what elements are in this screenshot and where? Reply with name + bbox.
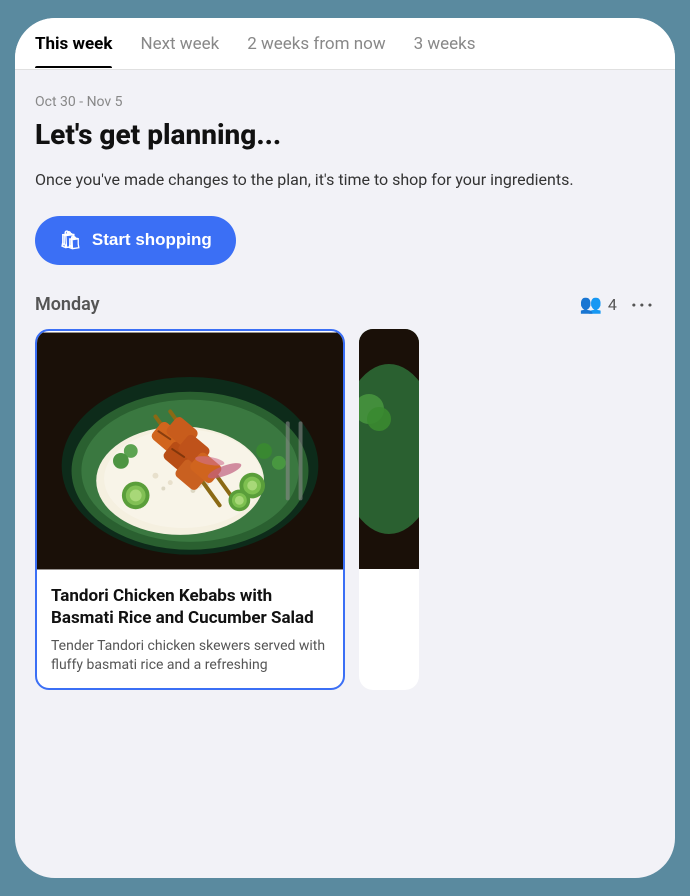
recipe-title: Tandori Chicken Kebabs with Basmati Rice… — [51, 585, 329, 629]
start-shopping-button[interactable]: 🛍 Start shopping — [35, 216, 236, 265]
people-count-value: 4 — [608, 295, 617, 314]
recipe-description: Tender Tandori chicken skewers served wi… — [51, 637, 329, 676]
more-options-icon[interactable]: ··· — [631, 293, 655, 317]
recipe-image-partial — [359, 329, 419, 569]
tab-this-week[interactable]: This week — [35, 20, 112, 68]
people-icon: 👥 — [579, 294, 601, 315]
recipe-card-partial — [359, 329, 419, 690]
people-count: 👥 4 — [579, 294, 616, 315]
phone-container: This week Next week 2 weeks from now 3 w… — [15, 18, 675, 878]
recipe-info: Tandori Chicken Kebabs with Basmati Rice… — [37, 571, 343, 688]
recipe-image — [37, 331, 343, 571]
day-section: Monday 👥 4 ··· — [35, 293, 655, 690]
day-header: Monday 👥 4 ··· — [35, 293, 655, 329]
cards-container: Tandori Chicken Kebabs with Basmati Rice… — [35, 329, 655, 690]
page-description: Once you've made changes to the plan, it… — [35, 168, 595, 192]
page-heading: Let's get planning... — [35, 118, 655, 152]
main-content: Oct 30 - Nov 5 Let's get planning... Onc… — [15, 70, 675, 710]
tab-bar: This week Next week 2 weeks from now 3 w… — [15, 18, 675, 70]
start-shopping-label: Start shopping — [92, 230, 212, 250]
tab-3-weeks[interactable]: 3 weeks — [414, 20, 476, 68]
tab-2-weeks[interactable]: 2 weeks from now — [247, 20, 385, 68]
day-label: Monday — [35, 294, 100, 315]
recipe-card-main[interactable]: Tandori Chicken Kebabs with Basmati Rice… — [35, 329, 345, 690]
day-meta: 👥 4 ··· — [579, 293, 655, 317]
shopping-bag-icon: 🛍 — [59, 230, 82, 251]
tab-next-week[interactable]: Next week — [140, 20, 219, 68]
date-range: Oct 30 - Nov 5 — [35, 94, 655, 110]
